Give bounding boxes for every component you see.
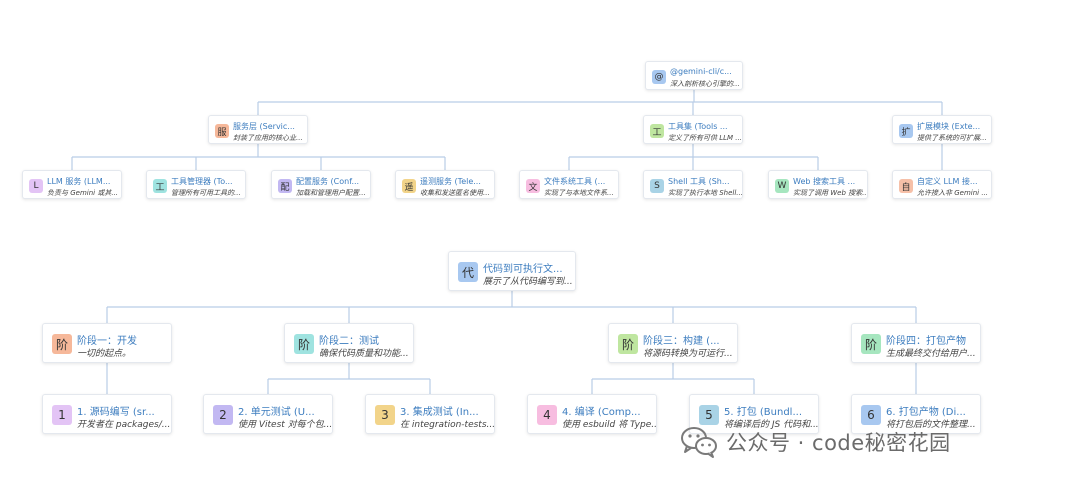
branch-initial-icon: 扩 bbox=[899, 124, 913, 138]
root-initial-icon: 代 bbox=[458, 262, 478, 282]
leaf-initial-icon: 配 bbox=[278, 179, 292, 193]
node-description: 深入剖析核心引擎的... bbox=[670, 80, 740, 88]
node-title: 阶段一：开发 bbox=[77, 336, 137, 347]
node-description: 实现了调用 Web 搜索... bbox=[793, 189, 868, 197]
step-number-icon: 3 bbox=[375, 405, 395, 425]
node-title: 工具管理器 (To... bbox=[171, 177, 233, 186]
stage-initial-icon: 阶 bbox=[52, 334, 72, 354]
leaf-node-config-service[interactable]: 配 配置服务 (Conf... 加载和管理用户配置... bbox=[271, 170, 371, 199]
node-description: 加载和管理用户配置... bbox=[296, 189, 366, 197]
leaf-node-filesystem-tool[interactable]: 文 文件系统工具 (... 实现了与本地文件系... bbox=[519, 170, 619, 199]
leaf-initial-icon: 文 bbox=[526, 179, 540, 193]
leaf-initial-icon: W bbox=[775, 179, 789, 193]
stage-initial-icon: 阶 bbox=[294, 334, 314, 354]
stage-initial-icon: 阶 bbox=[861, 334, 881, 354]
node-title: 工具集 (Tools ... bbox=[668, 122, 728, 131]
node-description: 使用 esbuild 将 Type... bbox=[562, 420, 657, 430]
node-description: 允许接入非 Gemini ... bbox=[917, 189, 989, 197]
node-title: 阶段四：打包产物 bbox=[886, 336, 966, 347]
leaf-node-shell-tool[interactable]: S Shell 工具 (Sh... 实现了执行本地 Shell... bbox=[643, 170, 743, 199]
step-number-icon: 6 bbox=[861, 405, 881, 425]
leaf-node-custom-llm[interactable]: 自 自定义 LLM 接... 允许接入非 Gemini ... bbox=[892, 170, 992, 199]
node-description: 使用 Vitest 对每个包... bbox=[238, 420, 333, 430]
node-title: 自定义 LLM 接... bbox=[917, 177, 978, 186]
node-title: 阶段三：构建 (... bbox=[643, 336, 720, 347]
bottom-root-node[interactable]: 代 代码到可执行文... 展示了从代码编写到... bbox=[448, 251, 576, 291]
step-number-icon: 5 bbox=[699, 405, 719, 425]
watermark-text: 公众号 · code秘密花园 bbox=[726, 431, 951, 455]
node-title: 服务层 (Servic... bbox=[233, 122, 295, 131]
node-title: 代码到可执行文... bbox=[483, 264, 563, 275]
top-root-node[interactable]: @ @gemini-cli/c... 深入剖析核心引擎的... bbox=[645, 61, 743, 90]
node-description: 确保代码质量和功能... bbox=[319, 349, 409, 359]
leaf-node-telemetry-service[interactable]: 遥 遥测服务 (Tele... 收集和发送匿名使用... bbox=[395, 170, 495, 199]
stage-node-build[interactable]: 阶 阶段三：构建 (... 将源码转换为可运行... bbox=[608, 323, 738, 363]
step-node-unit-test[interactable]: 2 2. 单元测试 (U... 使用 Vitest 对每个包... bbox=[203, 394, 333, 434]
stage-node-develop[interactable]: 阶 阶段一：开发 一切的起点。 bbox=[42, 323, 172, 363]
step-number-icon: 2 bbox=[213, 405, 233, 425]
leaf-node-tool-manager[interactable]: 工 工具管理器 (To... 管理所有可用工具的... bbox=[146, 170, 246, 199]
node-description: 在 integration-tests... bbox=[400, 420, 495, 430]
node-description: 开发者在 packages/... bbox=[77, 420, 171, 430]
branch-initial-icon: 工 bbox=[650, 124, 664, 138]
node-title: 2. 单元测试 (U... bbox=[238, 407, 315, 418]
step-node-integration-test[interactable]: 3 3. 集成测试 (In... 在 integration-tests... bbox=[365, 394, 495, 434]
stage-node-artifacts[interactable]: 阶 阶段四：打包产物 生成最终交付给用户... bbox=[851, 323, 981, 363]
watermark: 公众号 · code秘密花园 bbox=[680, 425, 951, 459]
leaf-initial-icon: 自 bbox=[899, 179, 913, 193]
node-title: 配置服务 (Conf... bbox=[296, 177, 360, 186]
node-description: 封装了应用的核心业... bbox=[233, 134, 303, 142]
node-description: 收集和发送匿名使用... bbox=[420, 189, 490, 197]
node-title: 6. 打包产物 (Di... bbox=[886, 407, 966, 418]
leaf-node-web-search-tool[interactable]: W Web 搜索工具 ... 实现了调用 Web 搜索... bbox=[768, 170, 868, 199]
branch-initial-icon: 服 bbox=[215, 124, 229, 138]
node-title: Web 搜索工具 ... bbox=[793, 177, 856, 186]
node-title: 5. 打包 (Bundl... bbox=[724, 407, 802, 418]
node-description: 管理所有可用工具的... bbox=[171, 189, 241, 197]
node-title: 遥测服务 (Tele... bbox=[420, 177, 481, 186]
step-number-icon: 1 bbox=[52, 405, 72, 425]
stage-initial-icon: 阶 bbox=[618, 334, 638, 354]
node-description: 生成最终交付给用户... bbox=[886, 349, 976, 359]
node-description: 负责与 Gemini 或其... bbox=[47, 189, 119, 197]
node-description: 将源码转换为可运行... bbox=[643, 349, 733, 359]
node-title: Shell 工具 (Sh... bbox=[668, 177, 730, 186]
root-initial-icon: @ bbox=[652, 70, 666, 84]
leaf-initial-icon: 遥 bbox=[402, 179, 416, 193]
node-description: 实现了执行本地 Shell... bbox=[668, 189, 743, 197]
node-title: 1. 源码编写 (sr... bbox=[77, 407, 155, 418]
branch-node-services[interactable]: 服 服务层 (Servic... 封装了应用的核心业... bbox=[208, 115, 308, 144]
leaf-initial-icon: 工 bbox=[153, 179, 167, 193]
node-description: 定义了所有可供 LLM ... bbox=[668, 134, 742, 142]
wechat-logo-icon bbox=[680, 425, 718, 459]
leaf-initial-icon: L bbox=[29, 179, 43, 193]
branch-node-tools[interactable]: 工 工具集 (Tools ... 定义了所有可供 LLM ... bbox=[643, 115, 743, 144]
step-number-icon: 4 bbox=[537, 405, 557, 425]
step-node-compile[interactable]: 4 4. 编译 (Comp... 使用 esbuild 将 Type... bbox=[527, 394, 657, 434]
node-title: 扩展模块 (Exte... bbox=[917, 122, 981, 131]
node-description: 提供了系统的可扩展... bbox=[917, 134, 987, 142]
node-title: @gemini-cli/c... bbox=[670, 67, 732, 76]
node-description: 展示了从代码编写到... bbox=[483, 277, 573, 287]
leaf-node-llm-service[interactable]: L LLM 服务 (LLM... 负责与 Gemini 或其... bbox=[22, 170, 122, 199]
node-description: 实现了与本地文件系... bbox=[544, 189, 614, 197]
step-node-source[interactable]: 1 1. 源码编写 (sr... 开发者在 packages/... bbox=[42, 394, 172, 434]
node-title: 文件系统工具 (... bbox=[544, 177, 606, 186]
node-description: 一切的起点。 bbox=[77, 349, 132, 359]
stage-node-test[interactable]: 阶 阶段二：测试 确保代码质量和功能... bbox=[284, 323, 414, 363]
leaf-initial-icon: S bbox=[650, 179, 664, 193]
node-title: 阶段二：测试 bbox=[319, 336, 379, 347]
node-title: 3. 集成测试 (In... bbox=[400, 407, 479, 418]
node-title: LLM 服务 (LLM... bbox=[47, 177, 111, 186]
branch-node-extensions[interactable]: 扩 扩展模块 (Exte... 提供了系统的可扩展... bbox=[892, 115, 992, 144]
node-title: 4. 编译 (Comp... bbox=[562, 407, 641, 418]
